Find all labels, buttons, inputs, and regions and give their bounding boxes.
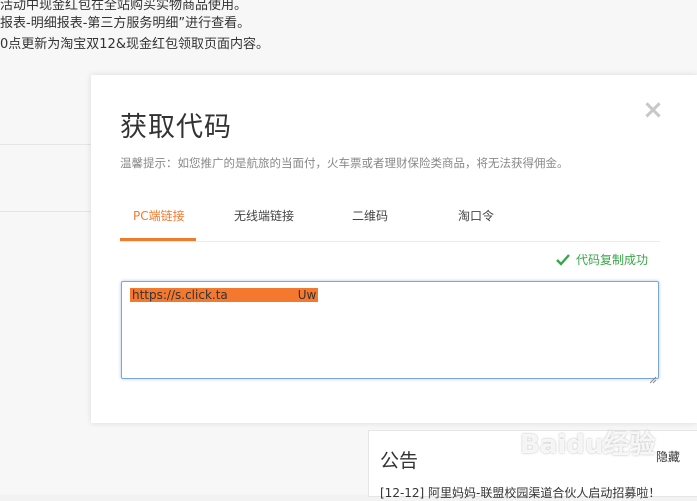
background-divider <box>0 211 100 212</box>
tab-taokouling[interactable]: 淘口令 <box>458 207 494 224</box>
tab-qr-code[interactable]: 二维码 <box>352 207 388 224</box>
tab-pc-link[interactable]: PC端链接 <box>133 207 185 224</box>
hide-notice-button[interactable]: 隐藏 <box>656 448 680 465</box>
copy-status: 代码复制成功 <box>556 251 648 269</box>
close-icon: × <box>642 95 664 125</box>
code-link-selected: https://s.click.ta Uw <box>130 288 319 302</box>
close-button[interactable]: × <box>642 97 664 123</box>
notice-item[interactable]: [12-12] 阿里妈妈-联盟校园渠道合伙人启动招募啦！ <box>380 484 660 501</box>
get-code-dialog: 获取代码 × 温馨提示：如您推广的是航旅的当面付，火车票或者理财保险类商品，将无… <box>91 75 697 423</box>
tab-wireless-link[interactable]: 无线端链接 <box>234 207 294 224</box>
notice-panel: 公告 隐藏 [12-12] 阿里妈妈-联盟校园渠道合伙人启动招募啦！ <box>368 430 697 500</box>
tip-text: 温馨提示：如您推广的是航旅的当面付，火车票或者理财保险类商品，将无法获得佣金。 <box>120 156 569 170</box>
check-icon <box>556 254 570 269</box>
link-type-tabs: PC端链接 无线端链接 二维码 淘口令 <box>120 197 660 242</box>
background-divider <box>0 144 100 145</box>
notice-title: 公告 <box>380 450 419 472</box>
code-textarea[interactable]: https://s.click.ta Uw <box>121 281 659 384</box>
active-tab-indicator <box>120 238 196 241</box>
dialog-title: 获取代码 <box>120 112 232 143</box>
copy-status-text: 代码复制成功 <box>576 253 649 267</box>
resize-handle-icon[interactable] <box>649 369 657 384</box>
redacted-mask <box>227 290 298 301</box>
background-text-line: 0点更新为淘宝双12&现金红包领取页面内容。 <box>0 37 269 52</box>
background-text-line: 报表-明细报表-第三方服务明细”进行查看。 <box>0 16 251 31</box>
